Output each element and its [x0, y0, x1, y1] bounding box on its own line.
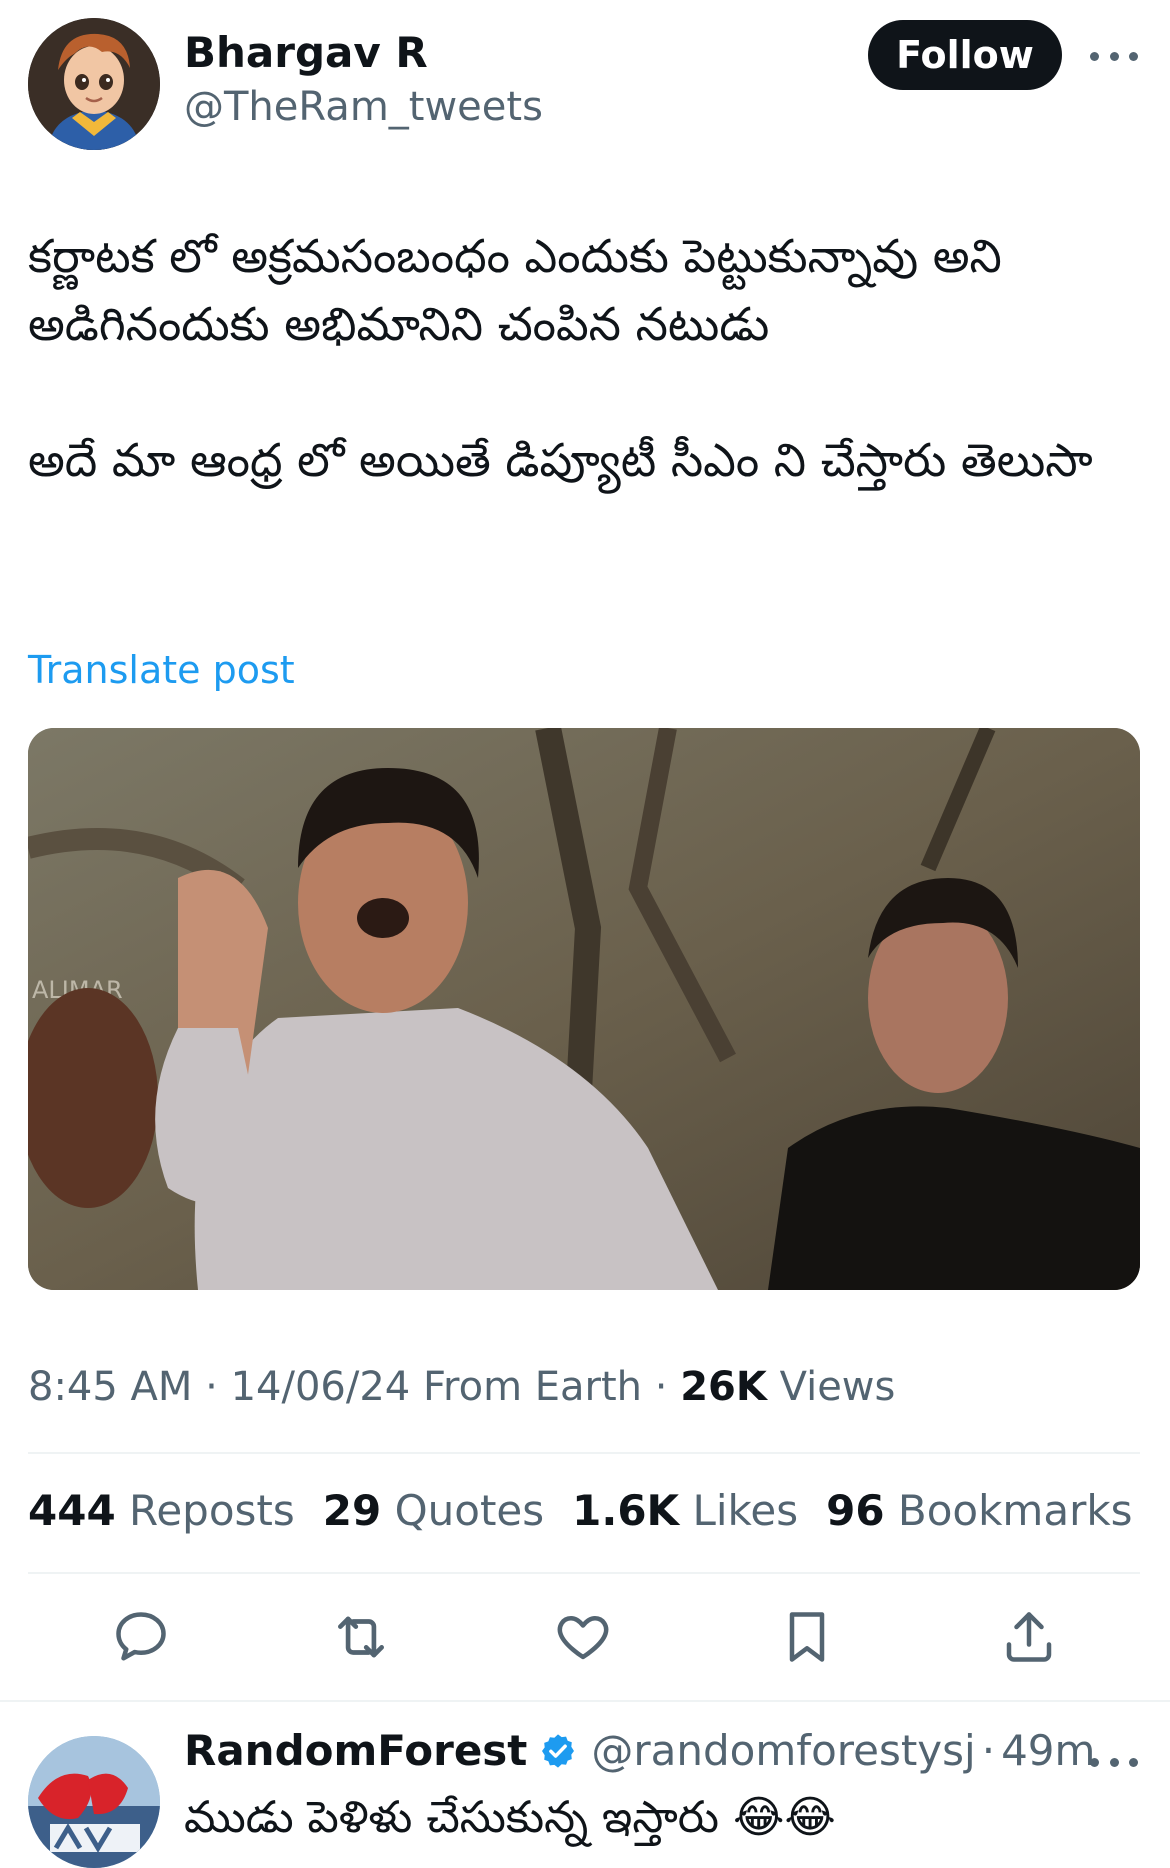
repost-icon[interactable] [326, 1602, 396, 1672]
reply-author-handle[interactable]: @randomforestysj [591, 1726, 975, 1775]
reply-author-name[interactable]: RandomForest [184, 1726, 527, 1775]
separator: · [981, 1726, 996, 1775]
post-source: From Earth [422, 1364, 643, 1410]
bookmarks-stat[interactable]: 96 Bookmarks [826, 1486, 1132, 1535]
avatar-image [28, 18, 160, 150]
author-name[interactable]: Bhargav R [184, 28, 428, 77]
post-text: కర్ణాటక లో అక్రమసంబంధం ఎందుకు పెట్టుకున్… [28, 222, 1138, 494]
author-handle[interactable]: @TheRam_tweets [184, 84, 543, 130]
post-media-image[interactable]: ALIMAR [28, 728, 1140, 1290]
divider [0, 1700, 1170, 1702]
media-photo: ALIMAR [28, 728, 1140, 1290]
share-icon[interactable] [994, 1602, 1064, 1672]
post-stats: 444 Reposts 29 Quotes 1.6K Likes 96 Book… [28, 1486, 1133, 1535]
verified-badge-icon [539, 1732, 577, 1770]
divider [28, 1572, 1140, 1574]
post-text-paragraph: అదే మా ఆంధ్ర లో అయితే డిప్యూటీ సీఎం ని చ… [28, 433, 1093, 487]
post-text-paragraph: కర్ణాటక లో అక్రమసంబంధం ఎందుకు పెట్టుకున్… [28, 229, 1002, 351]
more-options-icon[interactable] [1090, 36, 1138, 76]
reply-more-options-icon[interactable] [1090, 1742, 1138, 1782]
post-time[interactable]: 8:45 AM [28, 1364, 192, 1410]
like-icon[interactable] [548, 1602, 618, 1672]
reply-header: RandomForest @randomforestysj · 49m [184, 1726, 1095, 1775]
quotes-stat[interactable]: 29 Quotes [323, 1486, 544, 1535]
author-avatar[interactable] [28, 18, 160, 150]
divider [28, 1452, 1140, 1454]
post-date[interactable]: 14/06/24 [231, 1364, 411, 1410]
reply-text: ముడు పెళిళు చేసుకున్న ఇస్తారు 😂😂 [184, 1792, 836, 1843]
reply-icon[interactable] [106, 1602, 176, 1672]
bookmark-icon[interactable] [772, 1602, 842, 1672]
views-label: Views [779, 1364, 896, 1410]
likes-stat[interactable]: 1.6K Likes [572, 1486, 798, 1535]
reply-time[interactable]: 49m [1001, 1726, 1095, 1775]
reposts-stat[interactable]: 444 Reposts [28, 1486, 295, 1535]
reply-author-avatar[interactable] [28, 1736, 160, 1868]
views-count: 26K [680, 1364, 767, 1410]
translate-post-link[interactable]: Translate post [28, 648, 295, 692]
avatar-image [28, 1736, 160, 1868]
follow-button[interactable]: Follow [868, 20, 1062, 90]
post-meta: 8:45 AM · 14/06/24 From Earth · 26K View… [28, 1364, 896, 1410]
